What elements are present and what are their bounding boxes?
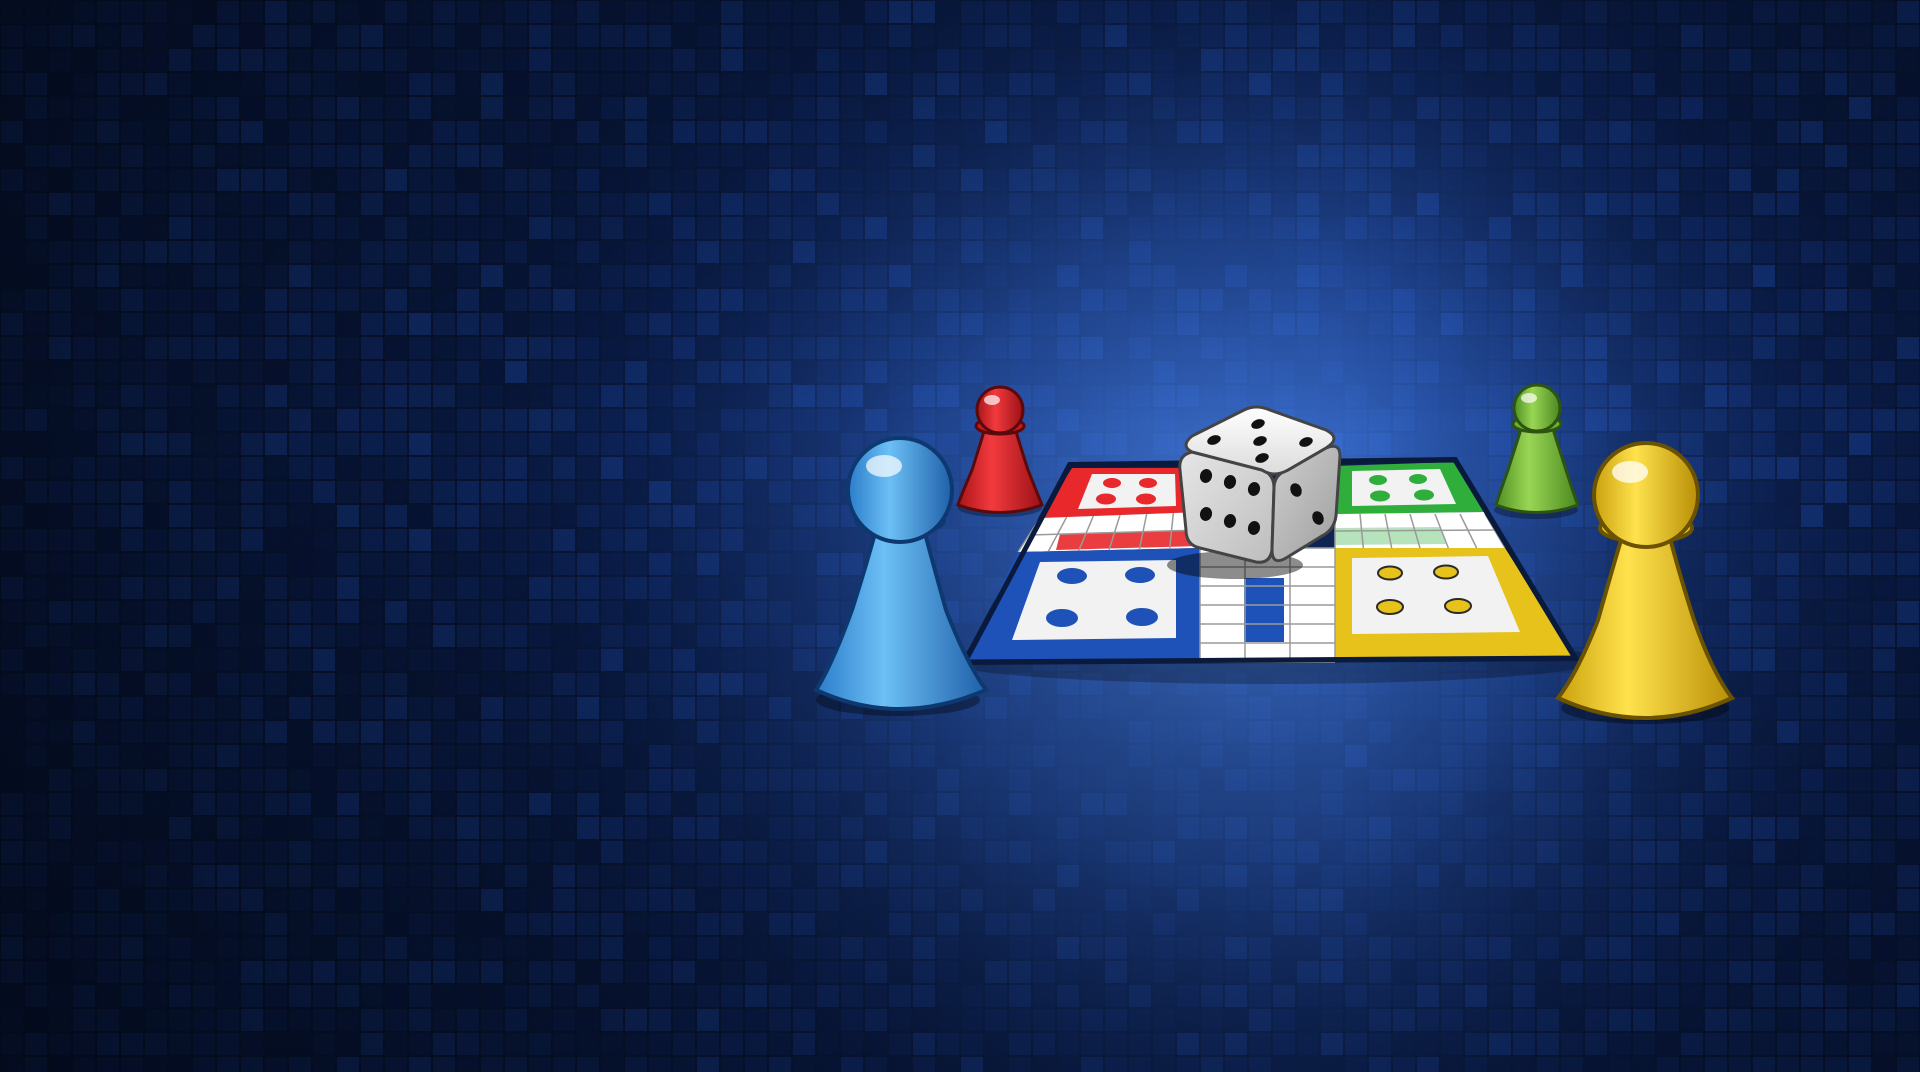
board-home-green — [1352, 469, 1456, 506]
track-grid-line — [1334, 529, 1496, 532]
game-scene — [0, 0, 1920, 1072]
board-track-blue-lane — [1244, 578, 1284, 642]
board-home-red — [1078, 474, 1176, 509]
ludo-illustration — [0, 0, 1920, 1072]
